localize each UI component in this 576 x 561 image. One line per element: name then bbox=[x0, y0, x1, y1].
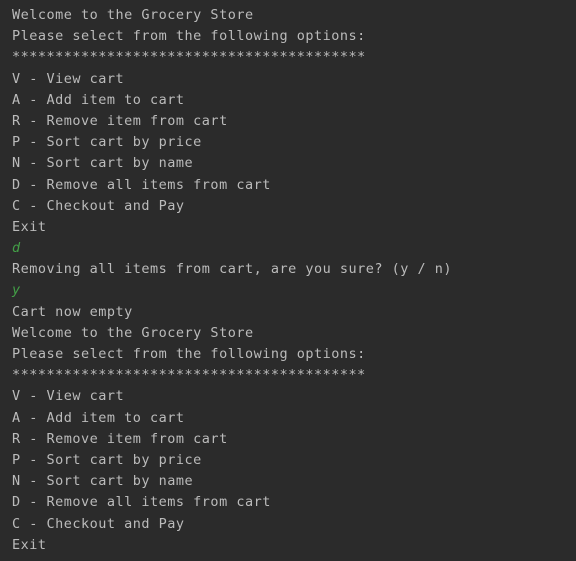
menu-option-exit: Exit bbox=[12, 536, 47, 553]
menu-option-remove-all: D - Remove all items from cart bbox=[12, 494, 271, 511]
menu-option-remove-item: R - Remove item from cart bbox=[12, 112, 228, 129]
console-line-cart-empty: Cart now empty bbox=[12, 303, 133, 320]
user-input-line: y bbox=[12, 282, 21, 299]
console-line-prompt: Please select from the following options… bbox=[12, 28, 366, 45]
menu-option-sort-name: N - Sort cart by name bbox=[12, 155, 194, 172]
console-line-welcome: Welcome to the Grocery Store bbox=[12, 7, 254, 23]
menu-option-add-item: A - Add item to cart bbox=[12, 409, 185, 426]
menu-option-sort-price: P - Sort cart by price bbox=[12, 451, 202, 468]
console-line-confirm-prompt: Removing all items from cart, are you su… bbox=[12, 261, 453, 278]
console-output[interactable]: Welcome to the Grocery Store Please sele… bbox=[0, 0, 576, 561]
console-line-welcome: Welcome to the Grocery Store bbox=[12, 324, 254, 341]
user-input-line: d bbox=[12, 240, 21, 257]
console-line-prompt: Please select from the following options… bbox=[12, 346, 366, 362]
console-line-separator: ****************************************… bbox=[12, 367, 366, 384]
menu-option-sort-name: N - Sort cart by name bbox=[12, 473, 194, 490]
menu-option-remove-item: R - Remove item from cart bbox=[12, 430, 228, 447]
menu-option-add-item: A - Add item to cart bbox=[12, 91, 185, 108]
menu-option-view-cart: V - View cart bbox=[12, 388, 125, 405]
menu-option-view-cart: V - View cart bbox=[12, 70, 125, 87]
menu-option-checkout: C - Checkout and Pay bbox=[12, 197, 185, 214]
menu-option-exit: Exit bbox=[12, 218, 47, 235]
menu-option-remove-all: D - Remove all items from cart bbox=[12, 176, 271, 193]
menu-option-checkout: C - Checkout and Pay bbox=[12, 515, 185, 532]
menu-option-sort-price: P - Sort cart by price bbox=[12, 134, 202, 151]
console-line-separator: ****************************************… bbox=[12, 49, 366, 66]
